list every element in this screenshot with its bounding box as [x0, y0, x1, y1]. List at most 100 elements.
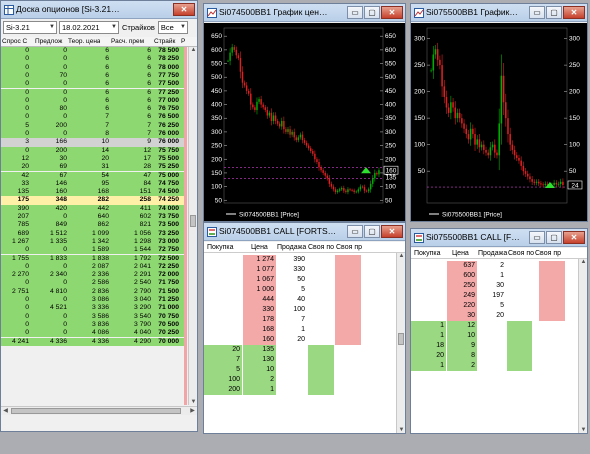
chart1-titlebar[interactable]: Si074500BB1 График цен… ▭ ▢ ✕	[204, 4, 405, 22]
board-row[interactable]: 0 0 3 086 3 040 71 250	[1, 296, 187, 305]
sell-volume-cell[interactable]	[478, 361, 506, 371]
order-book-row[interactable]: 20 135	[204, 345, 396, 355]
chart2-plot[interactable]: 300 300 250 250 200 200 150 150 100 100 50 50 24 Si07…	[411, 23, 587, 221]
price-cell[interactable]: 168	[243, 325, 276, 335]
maximize-button[interactable]: ▢	[364, 6, 380, 19]
buy-volume-cell[interactable]: 1	[411, 331, 446, 341]
sell-volume-cell[interactable]: 5	[277, 285, 307, 295]
sell-volume-cell[interactable]: 30	[478, 281, 506, 291]
own-buy-cell[interactable]	[507, 271, 532, 281]
scroll-thumb[interactable]	[190, 215, 196, 227]
dom2-vertical-scrollbar[interactable]: ▲ ▼	[578, 259, 587, 433]
buy-volume-cell[interactable]: 7	[204, 355, 242, 365]
order-book-row[interactable]: 249 197	[411, 291, 578, 301]
price-cell[interactable]: 135	[243, 345, 276, 355]
board-row[interactable]: 207 0 640 602 73 750	[1, 213, 187, 222]
order-book-row[interactable]: 250 30	[411, 281, 578, 291]
own-buy-cell[interactable]	[308, 265, 334, 275]
order-book-row[interactable]: 444 40	[204, 295, 396, 305]
board-row[interactable]: 0 0 7 6 76 500	[1, 113, 187, 122]
board-row[interactable]: 0 0 6 6 77 000	[1, 96, 187, 106]
price-cell[interactable]: 600	[447, 271, 477, 281]
own-buy-cell[interactable]	[308, 295, 334, 305]
price-cell[interactable]: 2	[243, 375, 276, 385]
col-header-price[interactable]: Цена	[251, 244, 279, 251]
buy-volume-cell[interactable]	[204, 275, 242, 285]
minimize-button[interactable]: ▭	[529, 231, 545, 244]
buy-volume-cell[interactable]	[411, 291, 446, 301]
own-buy-cell[interactable]	[308, 315, 334, 325]
chart2-area[interactable]: 300 300 250 250 200 200 150 150 100 100 50 50 24 Si07…	[411, 23, 587, 221]
sell-volume-cell[interactable]: 40	[277, 295, 307, 305]
scroll-down-icon[interactable]: ▼	[189, 399, 197, 405]
own-sell-cell[interactable]	[539, 261, 565, 271]
own-sell-cell[interactable]	[539, 271, 565, 281]
board-row[interactable]: 0 0 6 6 77 250	[1, 88, 187, 97]
scroll-down-icon[interactable]: ▼	[579, 427, 587, 433]
order-book-row[interactable]: 20 8	[411, 351, 578, 361]
buy-volume-cell[interactable]	[204, 315, 242, 325]
scroll-up-icon[interactable]: ▲	[579, 259, 587, 265]
minimize-button[interactable]: ▭	[529, 6, 545, 19]
scroll-thumb[interactable]	[398, 333, 404, 345]
own-sell-cell[interactable]	[335, 385, 361, 395]
own-buy-cell[interactable]	[507, 261, 532, 271]
order-book-row[interactable]: 1 067 50	[204, 275, 396, 285]
board-row[interactable]: 0 0 6 6 77 500	[1, 80, 187, 89]
order-book-row[interactable]: 18 9	[411, 341, 578, 351]
own-buy-cell[interactable]	[507, 321, 532, 331]
buy-volume-cell[interactable]: 1	[411, 321, 446, 331]
price-cell[interactable]: 12	[447, 321, 477, 331]
col-header-extra[interactable]: Р	[181, 38, 189, 45]
buy-volume-cell[interactable]	[204, 305, 242, 315]
board-row[interactable]: 785 849 862 821 73 500	[1, 221, 187, 230]
col-header-buy[interactable]: Покупка	[207, 244, 243, 251]
sell-volume-cell[interactable]	[478, 331, 506, 341]
price-cell[interactable]: 8	[447, 351, 477, 361]
sell-volume-cell[interactable]: 2	[478, 261, 506, 271]
col-header-premium[interactable]: Расч. прем	[111, 38, 153, 45]
order-book-row[interactable]: 100 2	[204, 375, 396, 385]
sell-volume-cell[interactable]: 390	[277, 255, 307, 265]
own-buy-cell[interactable]	[308, 255, 334, 265]
own-buy-cell[interactable]	[308, 275, 334, 285]
own-sell-cell[interactable]	[539, 301, 565, 311]
board-row[interactable]: 1 267 1 335 1 342 1 298 73 000	[1, 237, 187, 247]
own-sell-cell[interactable]	[335, 275, 361, 285]
own-buy-cell[interactable]	[308, 355, 334, 365]
board-vertical-scrollbar[interactable]: ▲ ▼	[188, 47, 197, 405]
chart1-plot[interactable]: 650 650 600 600 550 550 500 500 450 450 400 400 350 3…	[204, 23, 405, 221]
scroll-up-icon[interactable]: ▲	[189, 47, 197, 53]
buy-volume-cell[interactable]	[411, 271, 446, 281]
board-row[interactable]: 0 0 6 6 78 000	[1, 63, 187, 72]
col-header-own-sell[interactable]: Своя пр	[535, 250, 575, 257]
maximize-button[interactable]: ▢	[546, 6, 562, 19]
price-cell[interactable]: 10	[243, 365, 276, 375]
sell-volume-cell[interactable]	[277, 365, 307, 375]
buy-volume-cell[interactable]	[411, 301, 446, 311]
order-book-row[interactable]: 12	[411, 361, 578, 371]
order-book-row[interactable]: 1 077 330	[204, 265, 396, 275]
price-cell[interactable]: 249	[447, 291, 477, 301]
order-book-row[interactable]: 600 1	[411, 271, 578, 281]
own-buy-cell[interactable]	[507, 351, 532, 361]
sell-volume-cell[interactable]: 50	[277, 275, 307, 285]
own-sell-cell[interactable]	[539, 361, 565, 371]
buy-volume-cell[interactable]	[204, 295, 242, 305]
buy-volume-cell[interactable]	[204, 325, 242, 335]
own-sell-cell[interactable]	[539, 291, 565, 301]
price-cell[interactable]: 1 077	[243, 265, 276, 275]
own-buy-cell[interactable]	[507, 301, 532, 311]
own-buy-cell[interactable]	[308, 365, 334, 375]
scroll-up-icon[interactable]: ▲	[397, 253, 405, 259]
price-cell[interactable]: 637	[447, 261, 477, 271]
own-buy-cell[interactable]	[308, 325, 334, 335]
sell-volume-cell[interactable]	[277, 345, 307, 355]
board-row[interactable]: 0 80 6 6 76 750	[1, 105, 187, 114]
order-book-row[interactable]: 160 20	[204, 335, 396, 345]
own-sell-cell[interactable]	[335, 265, 361, 275]
own-buy-cell[interactable]	[507, 281, 532, 291]
price-cell[interactable]: 330	[243, 305, 276, 315]
buy-volume-cell[interactable]: 200	[204, 385, 242, 395]
sell-volume-cell[interactable]: 7	[277, 315, 307, 325]
